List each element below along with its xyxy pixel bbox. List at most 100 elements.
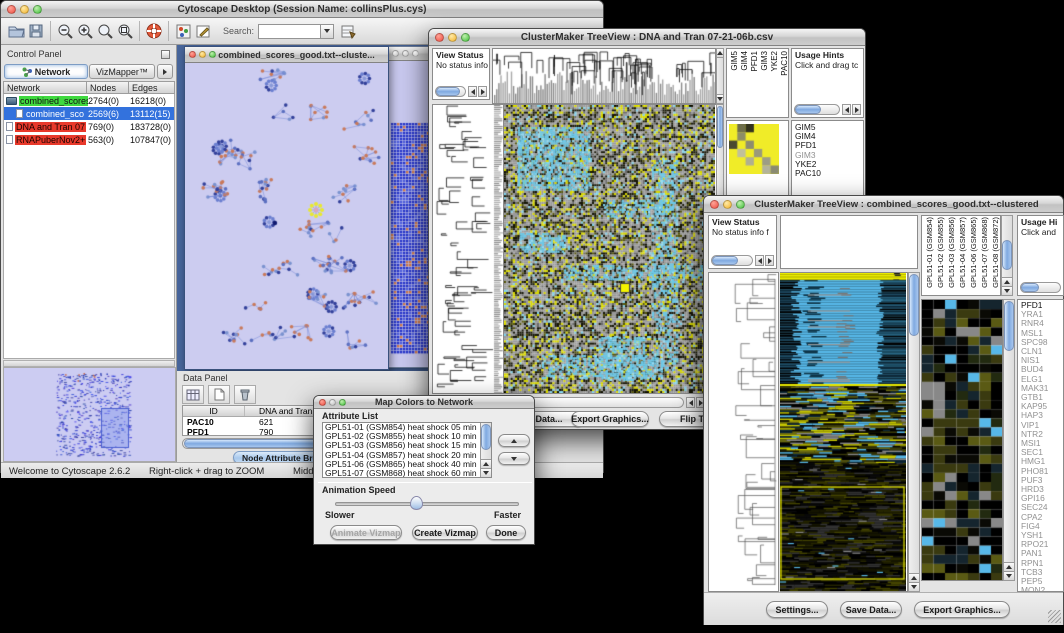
column-labels-vscrollbar[interactable] bbox=[1001, 215, 1013, 296]
network-row[interactable]: DNA and Tran 07 769(0) 183728(0) bbox=[4, 120, 174, 133]
column-header-id[interactable]: ID bbox=[183, 406, 245, 416]
minimize-icon[interactable] bbox=[723, 200, 732, 209]
annotation-icon[interactable] bbox=[193, 22, 213, 41]
scroll-right-icon[interactable] bbox=[765, 255, 774, 266]
scroll-left-icon[interactable] bbox=[755, 255, 764, 266]
settings-button[interactable]: Settings... bbox=[766, 601, 828, 618]
scroll-right-icon[interactable] bbox=[852, 104, 861, 115]
scroll-left-icon[interactable] bbox=[686, 397, 695, 408]
column-label[interactable]: GPL51-04 (GSM857) bbox=[958, 217, 967, 288]
zoom-window-icon[interactable] bbox=[412, 50, 419, 57]
coltree1-canvas[interactable] bbox=[493, 49, 715, 103]
column-label[interactable]: GPL51-01 (GSM854) bbox=[925, 217, 934, 288]
move-up-button[interactable] bbox=[498, 434, 530, 447]
column-label[interactable]: GPL51-06 (GSM865) bbox=[969, 217, 978, 288]
rowtree2-canvas[interactable] bbox=[709, 273, 778, 591]
zoom-window-icon[interactable] bbox=[209, 51, 216, 58]
usage-hints-scrollbar[interactable] bbox=[794, 104, 861, 115]
gene-list-item[interactable]: PAC10 bbox=[792, 169, 863, 178]
panel-splitter[interactable] bbox=[3, 360, 175, 367]
column-label[interactable]: PFD1 bbox=[750, 51, 759, 71]
delete-attribute-icon[interactable] bbox=[234, 385, 256, 404]
float-panel-icon[interactable] bbox=[161, 50, 170, 59]
column-label[interactable]: GPL51-03 (GSM856) bbox=[947, 217, 956, 288]
help-lifebuoy-icon[interactable] bbox=[144, 22, 164, 41]
summary-vscrollbar[interactable] bbox=[908, 272, 920, 592]
new-attribute-icon[interactable] bbox=[208, 385, 230, 404]
open-session-icon[interactable] bbox=[6, 22, 26, 41]
animate-vizmap-button[interactable]: Animate Vizmap bbox=[330, 525, 402, 540]
create-vizmap-button[interactable]: Create Vizmap bbox=[412, 525, 478, 540]
heatmap-panel[interactable] bbox=[504, 104, 717, 394]
animation-speed-slider[interactable] bbox=[335, 502, 519, 506]
rowtree1-canvas[interactable] bbox=[433, 105, 503, 393]
minimize-icon[interactable] bbox=[329, 399, 336, 406]
treeview-dna-title-bar[interactable]: ClusterMaker TreeView : DNA and Tran 07-… bbox=[429, 29, 865, 46]
table-import-icon[interactable] bbox=[338, 22, 358, 41]
table-options-icon[interactable] bbox=[182, 385, 204, 404]
main-title-bar[interactable]: Cytoscape Desktop (Session Name: collins… bbox=[1, 1, 603, 18]
column-label[interactable]: YKE2 bbox=[770, 51, 779, 71]
scroll-right-icon[interactable] bbox=[478, 86, 487, 97]
birdseye-canvas[interactable] bbox=[3, 367, 176, 462]
done-button[interactable]: Done bbox=[486, 525, 526, 540]
column-label[interactable]: GIM4 bbox=[740, 51, 749, 71]
heatmap2-summary-canvas[interactable] bbox=[780, 273, 906, 591]
column-tree-vscrollbar[interactable] bbox=[716, 48, 724, 104]
export-graphics-button[interactable]: Export Graphics... bbox=[914, 601, 1010, 618]
close-icon[interactable] bbox=[189, 51, 196, 58]
tab-vizmapper[interactable]: VizMapper™ bbox=[89, 64, 155, 79]
search-dropdown-button[interactable] bbox=[320, 24, 334, 39]
close-icon[interactable] bbox=[710, 200, 719, 209]
scrollbar-thumb[interactable] bbox=[1002, 240, 1012, 270]
scroll-left-icon[interactable] bbox=[468, 86, 477, 97]
close-icon[interactable] bbox=[7, 5, 16, 14]
treeview-combined-title-bar[interactable]: ClusterMaker TreeView : combined_scores_… bbox=[704, 196, 1063, 213]
scroll-left-icon[interactable] bbox=[842, 104, 851, 115]
column-label[interactable]: GPL51-02 (GSM855) bbox=[936, 217, 945, 288]
matrix-view-frame[interactable] bbox=[388, 46, 432, 368]
vizmap-icon[interactable] bbox=[173, 22, 193, 41]
network-row[interactable]: RNAPuberNov2+ 563(0) 107847(0) bbox=[4, 133, 174, 146]
zoom-out-icon[interactable] bbox=[55, 22, 75, 41]
resize-grip[interactable] bbox=[1048, 610, 1061, 623]
row-dendrogram-panel[interactable] bbox=[708, 272, 779, 592]
column-label[interactable]: GIM3 bbox=[760, 51, 769, 71]
matrix1-canvas[interactable] bbox=[729, 124, 779, 174]
zoom-window-icon[interactable] bbox=[33, 5, 42, 14]
heatmap2-zoom-canvas[interactable] bbox=[922, 300, 1002, 580]
network-canvas[interactable] bbox=[185, 63, 388, 369]
close-icon[interactable] bbox=[319, 399, 326, 406]
close-icon[interactable] bbox=[435, 33, 444, 42]
search-input[interactable] bbox=[258, 24, 320, 39]
export-graphics-button[interactable]: Export Graphics... bbox=[571, 411, 649, 427]
minimize-icon[interactable] bbox=[20, 5, 29, 14]
zoom-window-icon[interactable] bbox=[736, 200, 745, 209]
zoom-in-icon[interactable] bbox=[75, 22, 95, 41]
zoom-actual-icon[interactable] bbox=[95, 22, 115, 41]
column-header-edges[interactable]: Edges bbox=[129, 81, 175, 94]
heatmap1-canvas[interactable] bbox=[504, 105, 715, 393]
column-label[interactable]: GPL51-08 (GSM872) bbox=[991, 217, 1000, 288]
column-label[interactable]: PAC10 bbox=[780, 51, 789, 76]
column-label[interactable]: GIM5 bbox=[730, 51, 739, 71]
attribute-list-vscrollbar[interactable] bbox=[480, 423, 491, 477]
view-status-scrollbar[interactable] bbox=[435, 86, 487, 97]
row-dendrogram-panel[interactable] bbox=[432, 104, 504, 394]
scrollbar-thumb[interactable] bbox=[1004, 301, 1014, 351]
attribute-item[interactable]: GPL51-07 (GSM868) heat shock 60 min bbox=[323, 469, 479, 477]
column-dendrogram-panel[interactable] bbox=[492, 48, 716, 104]
column-header-network[interactable]: Network bbox=[3, 81, 87, 94]
minimize-icon[interactable] bbox=[199, 51, 206, 58]
minimize-icon[interactable] bbox=[402, 50, 409, 57]
save-data-button[interactable]: Save Data... bbox=[840, 601, 902, 618]
tab-network[interactable]: Network bbox=[4, 64, 88, 79]
save-session-icon[interactable] bbox=[26, 22, 46, 41]
zoom-vscrollbar[interactable] bbox=[1003, 299, 1015, 581]
tab-overflow-button[interactable] bbox=[157, 64, 173, 79]
usage-hints-scrollbar[interactable] bbox=[1020, 282, 1061, 293]
scrollbar-thumb[interactable] bbox=[909, 274, 919, 336]
move-down-button[interactable] bbox=[498, 452, 530, 465]
slider-thumb[interactable] bbox=[410, 496, 423, 510]
column-dendrogram-panel[interactable] bbox=[780, 215, 918, 269]
